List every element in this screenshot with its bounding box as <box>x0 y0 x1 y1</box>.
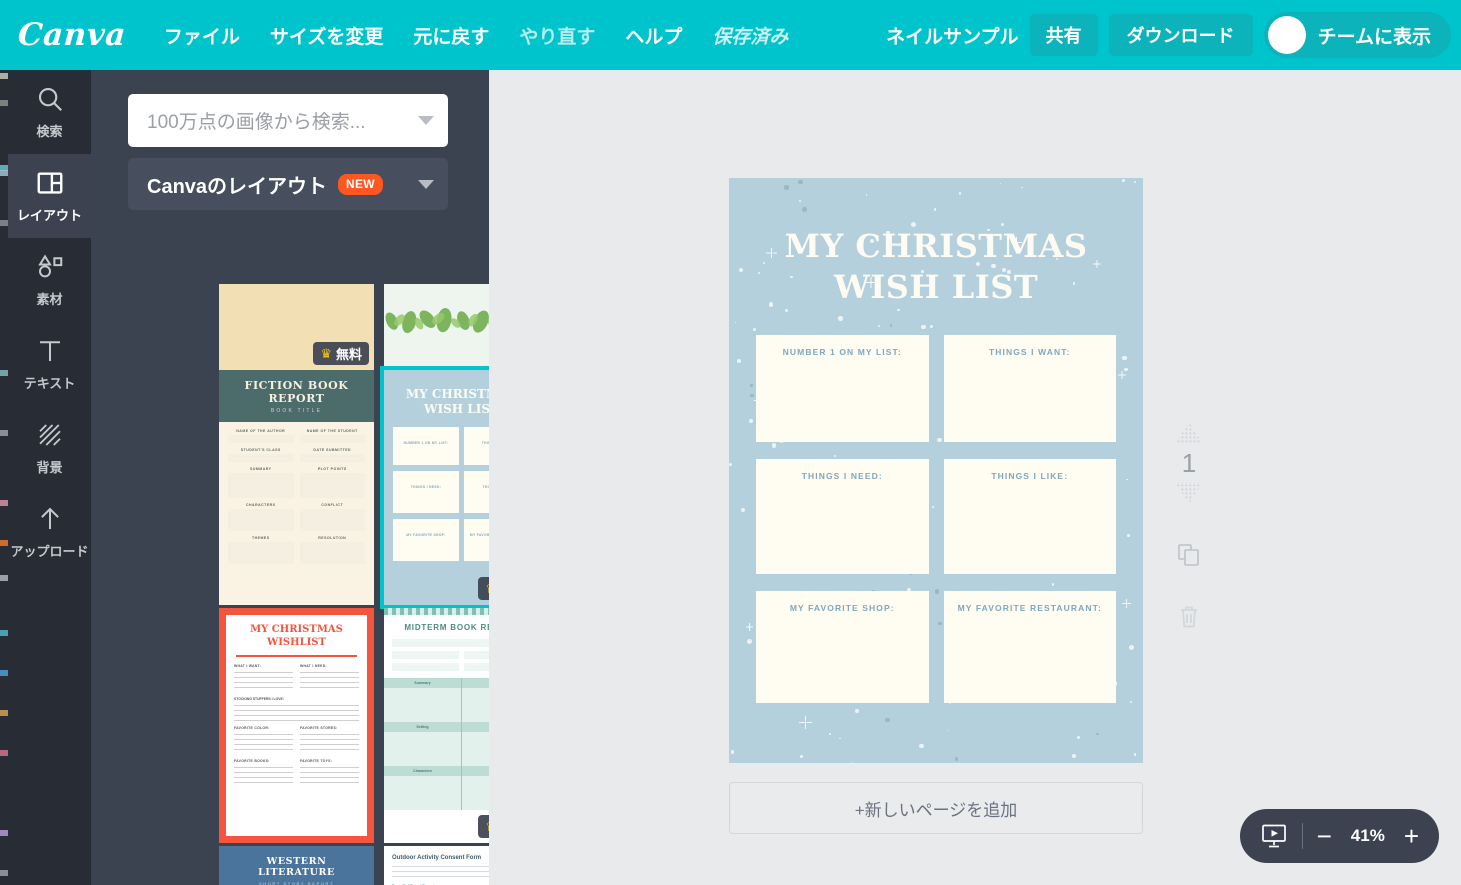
sidebar-item-label: 検索 <box>36 124 63 139</box>
chevron-down-icon <box>418 116 434 125</box>
add-new-page-button[interactable]: +新しいページを追加 <box>729 782 1143 834</box>
search-input[interactable]: 100万点の画像から検索... <box>128 94 448 147</box>
show-to-team-label: チームに表示 <box>1317 26 1431 48</box>
menu-item-resize[interactable]: サイズを変更 <box>270 22 383 49</box>
chevron-down-icon <box>418 179 434 189</box>
search-placeholder: 100万点の画像から検索... <box>147 112 366 133</box>
cell-label: THINGS I LIKE: <box>991 471 1069 481</box>
show-to-team-button[interactable]: チームに表示 <box>1263 12 1451 58</box>
sidebar-item-elements[interactable]: 素材 <box>8 238 91 322</box>
cell-my-favorite-restaurant[interactable]: MY FAVORITE RESTAURANT: <box>943 591 1116 703</box>
western-literature-template[interactable]: WESTERN LITERATURE SHORT STORY REPORT Ti… <box>219 846 374 885</box>
top-toolbar: Canva ファイル サイズを変更 元に戻す やり直す ヘルプ 保存済み ネイル… <box>0 0 1461 70</box>
move-down-icon[interactable] <box>1173 480 1205 506</box>
sidebar-item-label: テキスト <box>23 376 76 391</box>
christmas-wish-list-template[interactable]: MY CHRISTMASWISH LIST NUMBER 1 ON MY LIS… <box>380 366 489 609</box>
page-title: MY CHRISTMAS WISH LIST <box>729 226 1143 308</box>
page-title-line1: MY CHRISTMAS <box>784 227 1088 265</box>
sidebar-item-label: 素材 <box>36 292 63 307</box>
design-page[interactable]: MY CHRISTMAS WISH LIST NUMBER 1 ON MY LI… <box>729 178 1143 763</box>
zoom-in-button[interactable]: + <box>1404 823 1419 849</box>
canva-editor: Canva ファイル サイズを変更 元に戻す やり直す ヘルプ 保存済み ネイル… <box>0 0 1461 885</box>
free-badge: ♛ 無料 <box>313 342 369 365</box>
elements-icon <box>37 254 62 278</box>
christmas-wishlist-red-template[interactable]: MY CHRISTMAS WISHLIST WHAT I WANT: WHAT I … <box>219 608 374 843</box>
layouts-panel: 100万点の画像から検索... Canvaのレイアウト NEW WRITE YO… <box>91 70 489 885</box>
divider <box>1301 823 1303 849</box>
menu-leaves-template[interactable]: Chocolate PieAlmond Crunch BruleeStrawbe… <box>384 284 489 370</box>
cell-label: NUMBER 1 ON MY LIST: <box>782 347 902 357</box>
page-number: 1 <box>1181 448 1197 478</box>
sidebar-item-background[interactable]: 背景 <box>8 406 91 490</box>
sidebar-item-label: 背景 <box>36 460 63 475</box>
canvas-area[interactable]: MY CHRISTMAS WISH LIST NUMBER 1 ON MY LI… <box>489 70 1461 885</box>
canva-logo[interactable]: Canva <box>17 17 127 53</box>
delete-page-icon[interactable] <box>1177 604 1201 630</box>
tool-rail: 検索 レイアウト 素材 テキスト 背景 アップロード <box>8 70 91 885</box>
cell-things-i-like[interactable]: THINGS I LIKE: <box>943 459 1116 574</box>
save-status-label: 保存済み <box>712 26 789 48</box>
download-button[interactable]: ダウンロード <box>1108 14 1253 56</box>
avatar <box>1267 16 1306 54</box>
menu-item-undo[interactable]: 元に戻す <box>413 22 489 49</box>
sidebar-item-text[interactable]: テキスト <box>8 322 91 406</box>
cell-row: MY FAVORITE SHOP: MY FAVORITE RESTAURANT… <box>756 591 1116 703</box>
left-edge-sliver <box>0 70 8 885</box>
outdoor-consent-form-template[interactable]: Outdoor Activity Consent Form Dear Girl … <box>384 846 489 885</box>
top-right-actions: ネイルサンプル 共有 ダウンロード チームに表示 <box>886 12 1461 58</box>
free-badge-label: 無料 <box>335 347 362 362</box>
menu-item-help[interactable]: ヘルプ <box>625 22 682 49</box>
sidebar-item-upload[interactable]: アップロード <box>8 490 91 574</box>
cell-row: NUMBER 1 ON MY LIST: THINGS I WANT: <box>756 335 1116 442</box>
cell-things-i-need[interactable]: THINGS I NEED: <box>756 459 929 574</box>
cell-label: THINGS I NEED: <box>801 471 883 481</box>
cell-label: THINGS I WANT: <box>988 347 1071 357</box>
cell-number-1-on-my-list[interactable]: NUMBER 1 ON MY LIST: <box>756 335 929 442</box>
crown-icon: ♛ <box>320 346 332 361</box>
layout-dropdown-label: Canvaのレイアウト <box>147 175 328 198</box>
layout-icon <box>37 172 62 194</box>
background-icon <box>38 424 61 446</box>
zoom-level-label: 41% <box>1350 826 1385 845</box>
text-icon <box>39 341 60 361</box>
document-title[interactable]: ネイルサンプル <box>886 22 1018 49</box>
main-menu: ファイル サイズを変更 元に戻す やり直す ヘルプ 保存済み <box>164 22 789 49</box>
present-icon[interactable] <box>1260 823 1288 849</box>
upload-icon <box>40 507 59 529</box>
zoom-out-button[interactable]: − <box>1317 823 1332 849</box>
zoom-toolbar: − 41% + <box>1239 809 1439 863</box>
menu-item-redo[interactable]: やり直す <box>519 22 595 49</box>
wishlist-cells: NUMBER 1 ON MY LIST: THINGS I WANT: THIN… <box>756 335 1116 720</box>
page-tools: 1 <box>1169 420 1209 630</box>
cell-things-i-want[interactable]: THINGS I WANT: <box>943 335 1116 442</box>
journal-reflection-template[interactable]: WRITE YOUR PERSONAL LEARNINGS AND REFLEC… <box>219 284 374 370</box>
search-icon <box>38 87 62 112</box>
share-button[interactable]: 共有 <box>1029 14 1098 56</box>
fiction-book-report-template[interactable]: FICTION BOOK REPORT BOOK TITLE NAME OF T… <box>219 370 374 605</box>
free-badge: ♛ 無料 <box>478 815 489 838</box>
sidebar-item-search[interactable]: 検索 <box>8 70 91 154</box>
menu-item-file[interactable]: ファイル <box>164 22 240 49</box>
sidebar-item-label: レイアウト <box>16 208 82 223</box>
move-up-icon[interactable] <box>1173 420 1205 446</box>
midterm-book-report-template[interactable]: MIDTERM BOOK REPORT Summary Main Themes … <box>384 608 489 843</box>
cell-label: MY FAVORITE SHOP: <box>789 603 895 613</box>
duplicate-page-icon[interactable] <box>1176 542 1202 568</box>
new-badge: NEW <box>338 173 383 195</box>
cell-label: MY FAVORITE RESTAURANT: <box>957 603 1102 613</box>
template-grid: WRITE YOUR PERSONAL LEARNINGS AND REFLEC… <box>219 222 489 885</box>
cell-my-favorite-shop[interactable]: MY FAVORITE SHOP: <box>756 591 929 703</box>
cell-row: THINGS I NEED: THINGS I LIKE: <box>756 459 1116 574</box>
page-title-line2: WISH LIST <box>833 267 1039 306</box>
free-badge: ♛ 無料 <box>478 577 489 600</box>
layout-category-dropdown[interactable]: Canvaのレイアウト NEW <box>128 158 448 210</box>
sidebar-item-layout[interactable]: レイアウト <box>8 154 91 238</box>
sidebar-item-label: アップロード <box>10 544 89 559</box>
